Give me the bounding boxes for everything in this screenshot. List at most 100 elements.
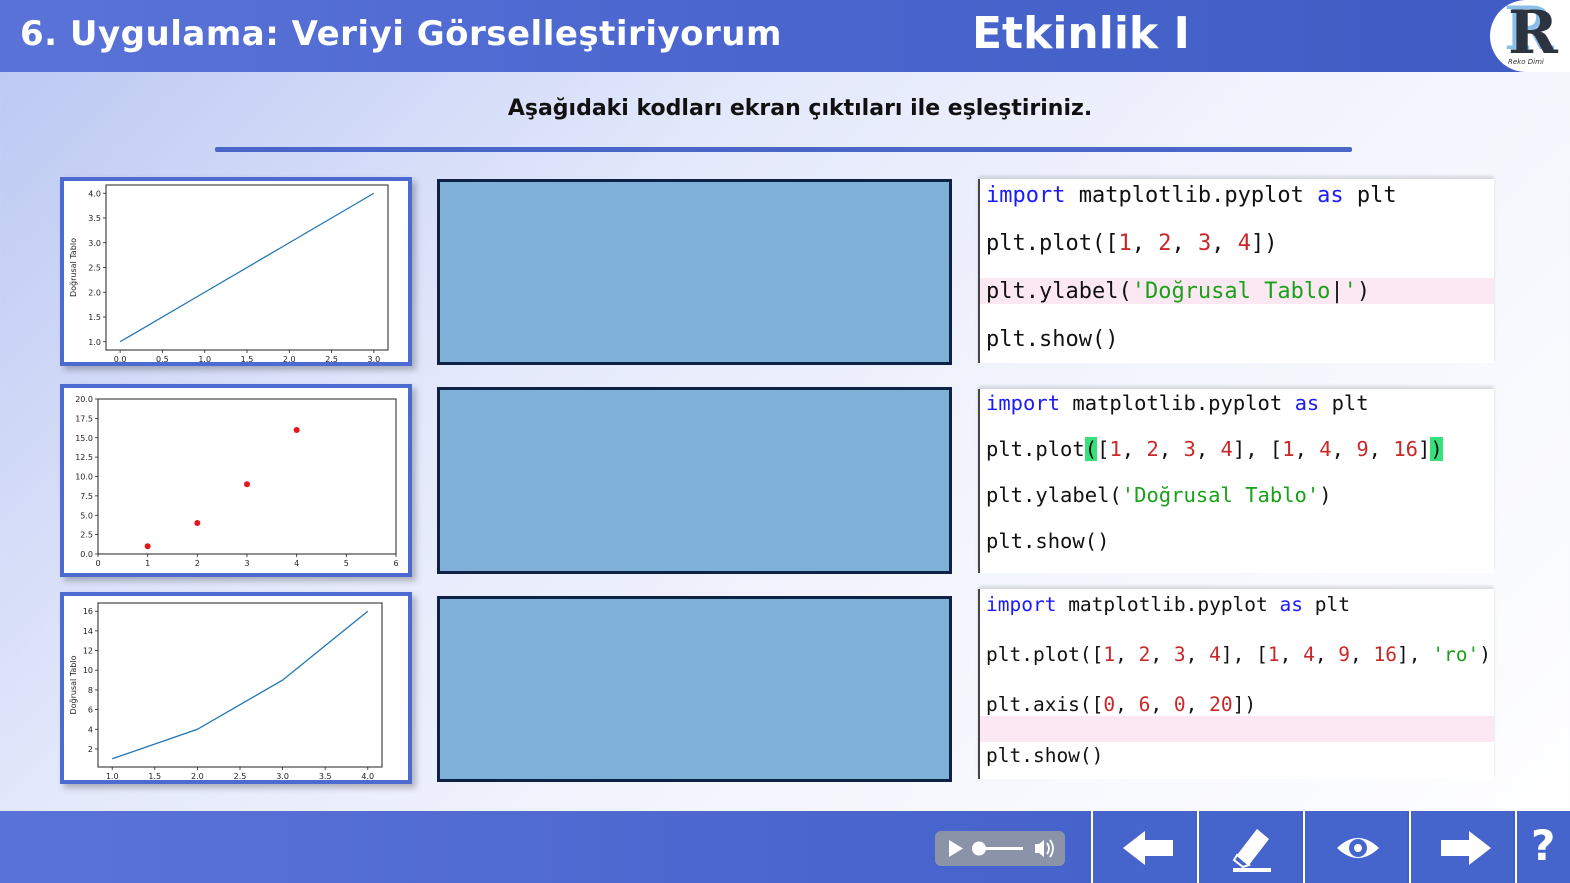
code-block-2[interactable]: import matplotlib.pyplot as plt plt.plot… — [978, 389, 1494, 573]
x-tick-label: 2.5 — [325, 355, 338, 362]
y-axis-label: Doğrusal Tablo — [69, 655, 78, 714]
x-tick-label: 4.0 — [361, 772, 374, 780]
drop-zone-1[interactable] — [437, 179, 952, 365]
plot-frame — [97, 398, 397, 555]
play-icon[interactable] — [949, 840, 963, 857]
y-tick-label: 0.0 — [80, 550, 93, 559]
volume-icon[interactable] — [1035, 839, 1054, 858]
drop-zone-2[interactable] — [437, 387, 952, 574]
y-tick-label: 2 — [88, 745, 93, 754]
y-tick-label: 2.5 — [88, 264, 101, 273]
arrow-left-icon — [1123, 831, 1173, 865]
x-tick-label: 3.0 — [276, 772, 289, 780]
y-tick-label: 10.0 — [75, 473, 93, 482]
lesson-title: 6. Uygulama: Veriyi Görselleştiriyorum — [20, 14, 782, 54]
y-tick-label: 12 — [83, 647, 93, 656]
code-block-3[interactable]: import matplotlib.pyplot as plt plt.plot… — [978, 589, 1494, 779]
x-tick-label: 0.0 — [114, 355, 127, 362]
x-tick-label: 1 — [145, 559, 150, 568]
x-tick-label: 2.0 — [283, 355, 296, 362]
y-tick-label: 2.0 — [88, 288, 101, 297]
back-button[interactable] — [1091, 811, 1195, 883]
code-line: plt.show() — [986, 327, 1119, 352]
x-tick-label: 1.0 — [198, 355, 211, 362]
output-thumbnail-3[interactable]: 16 14 12 10 8 6 4 2 1.0 1.5 2.0 2.5 3.0 3.5 4.0 Doğrusa… — [60, 592, 412, 784]
bottom-toolbar: ? — [0, 811, 1570, 883]
x-tick-label: 3 — [244, 559, 249, 568]
x-tick-label: 4 — [294, 559, 299, 568]
y-tick-label: 15.0 — [75, 434, 93, 443]
arrow-right-icon — [1441, 831, 1491, 865]
y-tick-label: 7.5 — [80, 492, 93, 501]
y-tick-label: 5.0 — [80, 511, 93, 520]
data-point — [194, 520, 201, 526]
eye-icon — [1337, 838, 1379, 858]
chart-3: 16 14 12 10 8 6 4 2 1.0 1.5 2.0 2.5 3.0 3.5 4.0 Doğrusa… — [69, 602, 383, 780]
help-icon: ? — [1531, 821, 1556, 870]
code-line: import matplotlib.pyplot as plt — [986, 183, 1397, 208]
logo: R R Reko Dimi — [1490, 0, 1570, 72]
output-thumbnail-2[interactable]: 20.0 17.5 15.0 12.5 10.0 7.5 5.0 2.5 0.0 0 1 2 3 4 5 6 — [60, 384, 412, 577]
x-tick-label: 2.0 — [191, 772, 204, 780]
y-tick-label: 2.5 — [80, 531, 93, 540]
divider — [215, 147, 1352, 152]
y-tick-label: 16 — [83, 607, 93, 616]
y-tick-label: 17.5 — [75, 414, 93, 423]
code-line: plt.show() — [986, 529, 1110, 553]
code-line: plt.plot([1, 2, 3, 4]) — [986, 231, 1278, 256]
x-tick-label: 1.5 — [241, 355, 254, 362]
logo-caption: Reko Dimi — [1508, 58, 1544, 66]
x-tick-label: 6 — [393, 559, 398, 568]
audio-player[interactable] — [935, 831, 1065, 866]
code-line: plt.ylabel('Doğrusal Tablo') — [986, 483, 1332, 507]
y-tick-label: 3.5 — [88, 214, 101, 223]
next-button[interactable] — [1409, 811, 1513, 883]
header-bar: 6. Uygulama: Veriyi Görselleştiriyorum E… — [0, 0, 1570, 72]
code-line: plt.axis([0, 6, 0, 20]) — [986, 693, 1257, 716]
x-tick-label: 1.5 — [148, 772, 161, 780]
code-line: plt.show() — [986, 744, 1104, 767]
code-line: import matplotlib.pyplot as plt — [986, 391, 1369, 415]
plot-frame — [97, 602, 383, 768]
drop-zone-3[interactable] — [437, 596, 952, 782]
y-tick-label: 8 — [88, 686, 93, 695]
x-tick-label: 0.5 — [156, 355, 169, 362]
x-tick-label: 0 — [95, 559, 100, 568]
help-button[interactable]: ? — [1515, 811, 1570, 883]
erase-button[interactable] — [1197, 811, 1301, 883]
x-tick-label: 3.0 — [368, 355, 381, 362]
y-axis-label: Doğrusal Tablo — [69, 238, 78, 297]
y-tick-label: 6 — [88, 706, 93, 715]
y-tick-label: 4.0 — [88, 189, 101, 198]
chart-2: 20.0 17.5 15.0 12.5 10.0 7.5 5.0 2.5 0.00 1 2 3 4 5 6 — [75, 395, 398, 568]
y-tick-label: 4 — [88, 725, 93, 734]
x-tick-label: 5 — [344, 559, 349, 568]
chart-1: 4.0 3.5 3.0 2.5 2.0 1.5 1.0 0.0 0.5 1.0 1.5 2.0 2.5 3… — [69, 184, 389, 362]
instruction-text: Aşağıdaki kodları ekran çıktıları ile eş… — [507, 96, 1093, 121]
y-tick-label: 1.5 — [88, 313, 101, 322]
y-tick-label: 14 — [83, 627, 93, 636]
activity-title: Etkinlik I — [972, 8, 1190, 59]
code-block-1[interactable]: import matplotlib.pyplot as plt plt.plot… — [978, 179, 1494, 363]
x-tick-label: 3.5 — [319, 772, 332, 780]
show-answer-button[interactable] — [1303, 811, 1407, 883]
x-tick-label: 2.5 — [234, 772, 247, 780]
eraser-icon — [1232, 829, 1271, 872]
y-tick-label: 20.0 — [75, 395, 93, 404]
seek-track[interactable] — [979, 847, 1023, 850]
y-tick-label: 10 — [83, 666, 93, 675]
code-line: import matplotlib.pyplot as plt — [986, 593, 1350, 616]
x-tick-label: 1.0 — [106, 772, 119, 780]
y-tick-label: 3.0 — [88, 239, 101, 248]
x-tick-label: 2 — [195, 559, 200, 568]
data-line — [119, 192, 375, 343]
y-tick-label: 1.0 — [88, 338, 101, 347]
data-point — [144, 543, 151, 550]
code-line: plt.plot([1, 2, 3, 4], [1, 4, 9, 16]) — [986, 437, 1443, 461]
y-tick-label: 12.5 — [75, 453, 93, 462]
code-line: plt.plot([1, 2, 3, 4], [1, 4, 9, 16], 'r… — [986, 643, 1491, 666]
data-point — [244, 481, 250, 488]
output-thumbnail-1[interactable]: 4.0 3.5 3.0 2.5 2.0 1.5 1.0 0.0 0.5 1.0 1.5 2.0 2.5 3… — [60, 177, 412, 366]
code-line: plt.ylabel('Doğrusal Tablo|') — [986, 279, 1371, 304]
data-point — [293, 427, 300, 433]
